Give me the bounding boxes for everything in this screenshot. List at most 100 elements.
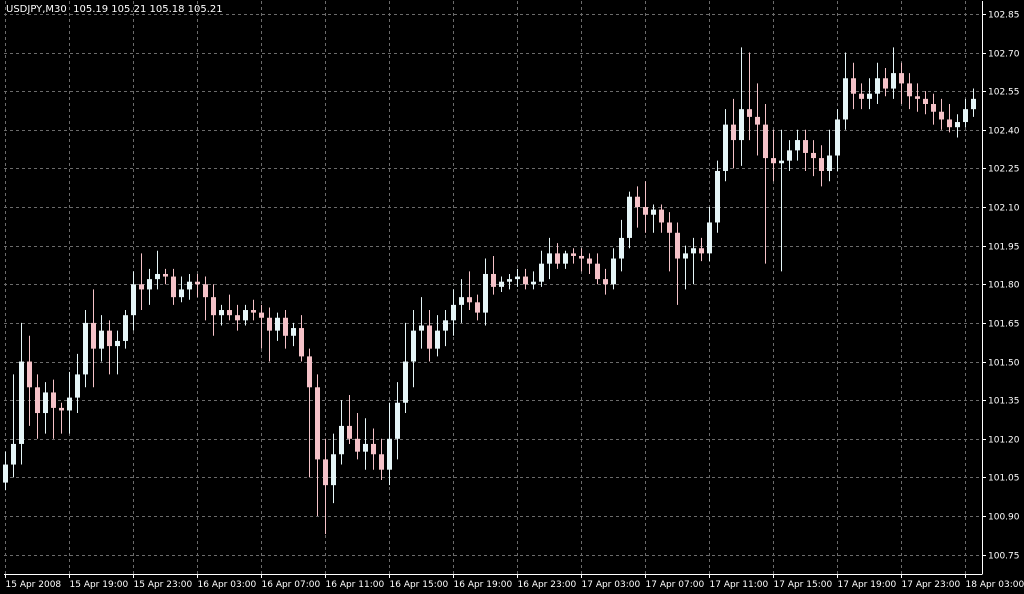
y-tick-label: 102.70	[988, 50, 1020, 60]
candle	[139, 253, 144, 311]
time-axis: 15 Apr 2008 15 Apr 19:00 15 Apr 23:00 16 Ap…	[5, 574, 1024, 590]
candle	[115, 330, 120, 375]
candle	[555, 243, 560, 269]
candle	[123, 310, 128, 349]
candle-body	[43, 392, 48, 414]
candle	[659, 204, 664, 233]
candle-body	[363, 443, 368, 452]
candle	[891, 47, 896, 99]
candle-body	[243, 310, 248, 321]
candle-body	[635, 196, 640, 208]
candle	[379, 438, 384, 481]
candle	[163, 268, 168, 285]
candle	[131, 271, 136, 331]
candle	[715, 160, 720, 233]
x-tick-label: 17 Apr 03:00	[582, 580, 641, 590]
candle-body	[811, 152, 816, 159]
candle-body	[315, 387, 320, 460]
candle	[371, 428, 376, 470]
y-tick-label: 100.75	[988, 552, 1020, 562]
candle-body	[883, 78, 888, 89]
chart-header: USDJPY,M30 105.19 105.21 105.18 105.21	[6, 4, 223, 15]
candle	[331, 433, 336, 504]
candle	[299, 315, 304, 362]
candle	[27, 335, 32, 426]
candle-body	[851, 78, 856, 94]
candle	[699, 237, 704, 262]
candle-body	[547, 253, 552, 264]
y-tick-label: 102.40	[988, 127, 1020, 137]
candle	[547, 237, 552, 280]
x-tick-label: 18 Apr 03:00	[966, 580, 1024, 590]
candle-body	[619, 237, 624, 259]
candle-body	[627, 196, 632, 238]
candle-body	[299, 328, 304, 357]
candle	[819, 145, 824, 187]
candle-body	[347, 425, 352, 439]
y-tick-label: 100.90	[988, 513, 1020, 523]
candle	[907, 73, 912, 110]
candle	[475, 294, 480, 321]
candle-body	[259, 312, 264, 318]
candle	[531, 271, 536, 290]
candle	[707, 207, 712, 262]
candle	[787, 140, 792, 171]
candle	[467, 271, 472, 311]
candle-body	[155, 273, 160, 280]
candle-body	[819, 158, 824, 171]
x-tick-label: 15 Apr 2008	[6, 580, 62, 590]
candle	[235, 304, 240, 331]
candle-body	[579, 255, 584, 259]
candle	[315, 374, 320, 517]
candle	[731, 98, 736, 169]
candle	[603, 268, 608, 295]
candle	[251, 299, 256, 321]
candle	[187, 273, 192, 300]
candle	[675, 222, 680, 305]
candle	[227, 294, 232, 321]
candle	[651, 204, 656, 233]
y-tick-label: 101.65	[988, 320, 1020, 330]
x-tick-label: 17 Apr 23:00	[902, 580, 961, 590]
candle	[947, 104, 952, 133]
candle	[155, 250, 160, 290]
candle	[931, 93, 936, 125]
candle	[595, 253, 600, 285]
candle-body	[283, 317, 288, 336]
candle-body	[443, 320, 448, 331]
candle	[587, 253, 592, 274]
candle-body	[147, 279, 152, 290]
candle-body	[923, 98, 928, 105]
x-tick-label: 16 Apr 15:00	[390, 580, 449, 590]
candle-body	[411, 330, 416, 362]
candle-body	[291, 328, 296, 336]
candle	[419, 297, 424, 349]
candle	[507, 273, 512, 290]
candle	[811, 140, 816, 177]
candle-body	[971, 98, 976, 110]
candle	[283, 310, 288, 349]
x-tick-label: 17 Apr 15:00	[774, 580, 833, 590]
candle	[355, 413, 360, 460]
candle-body	[515, 276, 520, 280]
candle-body	[595, 263, 600, 280]
candle-body	[395, 402, 400, 439]
price-chart[interactable]: 102.85 102.70 102.55 102.40 102.25 102.10 101.…	[0, 0, 1024, 594]
candle	[51, 379, 56, 439]
candle	[779, 129, 784, 272]
candles-layer	[3, 47, 976, 535]
candle	[691, 237, 696, 285]
candle	[443, 310, 448, 347]
candle-body	[707, 222, 712, 254]
candle	[763, 104, 768, 264]
candle	[435, 315, 440, 357]
candle	[955, 114, 960, 138]
candle	[147, 268, 152, 305]
candle-body	[915, 96, 920, 99]
symbol-label: USDJPY,M30	[6, 4, 67, 15]
candle	[19, 322, 24, 465]
candle	[627, 191, 632, 249]
x-tick-label: 16 Apr 07:00	[262, 580, 321, 590]
candle-body	[355, 438, 360, 452]
candle-body	[691, 248, 696, 254]
